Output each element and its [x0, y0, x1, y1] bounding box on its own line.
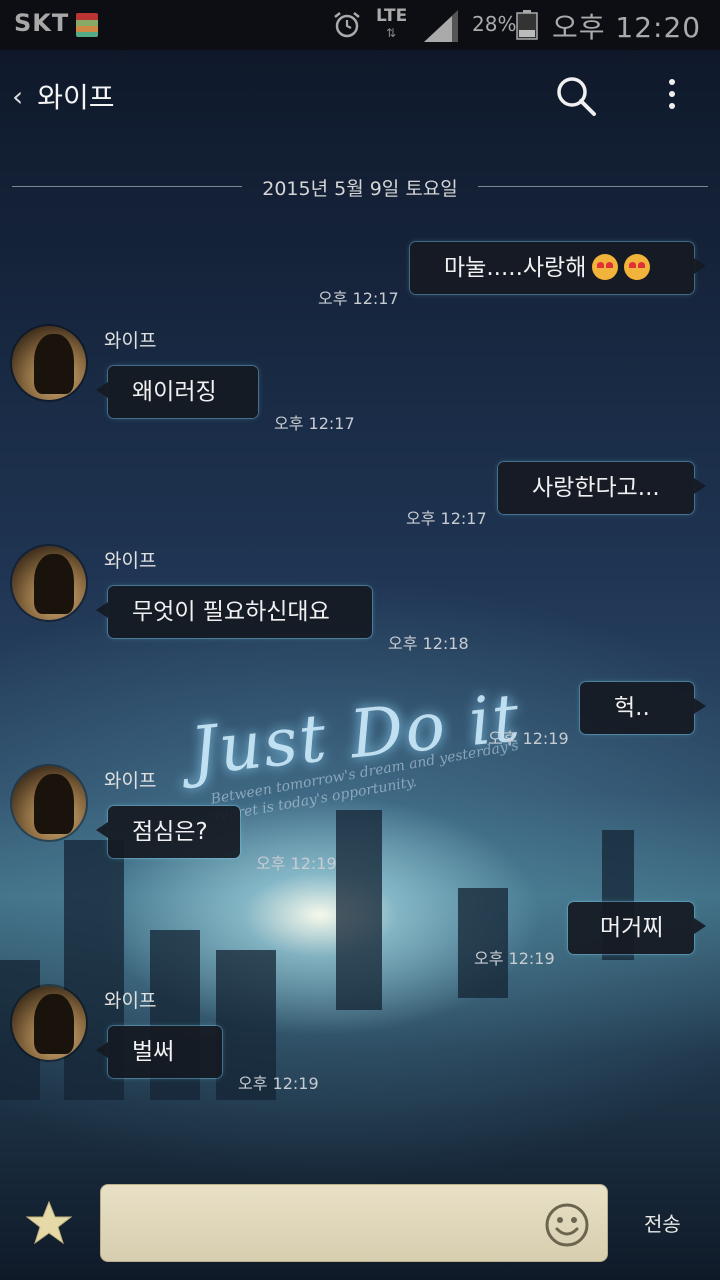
search-icon[interactable] [554, 74, 598, 118]
avatar-figure [34, 994, 74, 1054]
heart-eyes-emoji-icon [624, 253, 651, 280]
back-button[interactable]: ‹ 와이프 [12, 76, 114, 116]
message-input[interactable] [100, 1184, 608, 1262]
more-vertical-icon[interactable] [660, 76, 684, 116]
star-icon[interactable] [26, 1200, 72, 1246]
outgoing-message-bubble[interactable]: 머거찌 [568, 902, 706, 954]
smiley-icon[interactable] [544, 1202, 590, 1248]
input-bar: 전송 [0, 1160, 720, 1280]
status-bar: SKT LTE ⇅ 28% 오후 12:20 [0, 0, 720, 50]
alarm-icon [334, 12, 360, 38]
message-text: 무엇이 필요하신대요 [132, 599, 330, 625]
message-time: 오후 12:19 [256, 854, 337, 873]
divider-line-right [478, 186, 708, 187]
carrier-label: SKT [14, 9, 70, 37]
sender-name: 와이프 [104, 770, 157, 792]
message-time: 오후 12:18 [388, 634, 469, 653]
outgoing-message-bubble[interactable]: 사랑한다고... [498, 462, 706, 514]
message-text: 머거찌 [600, 915, 664, 941]
back-chevron-icon: ‹ [12, 79, 24, 113]
heart-eyes-emoji-icon [592, 253, 619, 280]
battery-icon [516, 10, 538, 40]
avatar-figure [34, 334, 74, 394]
incoming-message-bubble[interactable]: 벌써 [96, 1026, 222, 1078]
message-text: 마눌.....사랑해 [444, 255, 587, 281]
outgoing-message-bubble[interactable]: 마눌.....사랑해 [410, 242, 706, 294]
status-clock: 오후 12:20 [552, 11, 702, 44]
outgoing-message-bubble[interactable]: 헉.. [580, 682, 706, 734]
message-text: 점심은? [132, 819, 208, 845]
skyline-building [336, 810, 382, 1010]
sender-name: 와이프 [104, 990, 157, 1012]
incoming-message-bubble[interactable]: 점심은? [96, 806, 240, 858]
message-time: 오후 12:17 [318, 289, 399, 308]
data-activity-icon: ⇅ [386, 26, 397, 40]
chat-title: 와이프 [37, 81, 115, 114]
date-label: 2015년 5월 9일 토요일 [262, 178, 458, 200]
message-text: 헉.. [614, 695, 650, 721]
chat-screen: Just Do it Between tomorrow's dream and … [0, 0, 720, 1280]
message-text: 사랑한다고... [532, 475, 660, 501]
sender-name: 와이프 [104, 550, 157, 572]
network-type-label: LTE [376, 6, 408, 26]
message-text: 왜이러징 [132, 379, 217, 405]
avatar-figure [34, 554, 74, 614]
incoming-message-bubble[interactable]: 무엇이 필요하신대요 [96, 586, 372, 638]
contact-avatar[interactable] [12, 766, 86, 840]
contact-avatar[interactable] [12, 986, 86, 1060]
skyline-building [458, 888, 508, 998]
battery-percent: 28% [472, 12, 517, 36]
message-time: 오후 12:17 [274, 414, 355, 433]
message-time: 오후 12:19 [238, 1074, 319, 1093]
incoming-message-bubble[interactable]: 왜이러징 [96, 366, 258, 418]
avatar-figure [34, 774, 74, 834]
message-time: 오후 12:19 [488, 729, 569, 748]
signal-icon [424, 10, 458, 42]
contact-avatar[interactable] [12, 326, 86, 400]
message-time: 오후 12:17 [406, 509, 487, 528]
app-notification-icon [76, 13, 98, 37]
message-time: 오후 12:19 [474, 949, 555, 968]
message-text: 벌써 [132, 1039, 175, 1065]
date-divider: 2015년 5월 9일 토요일 [12, 172, 708, 202]
send-button[interactable]: 전송 [644, 1208, 681, 1237]
sender-name: 와이프 [104, 330, 157, 352]
contact-avatar[interactable] [12, 546, 86, 620]
